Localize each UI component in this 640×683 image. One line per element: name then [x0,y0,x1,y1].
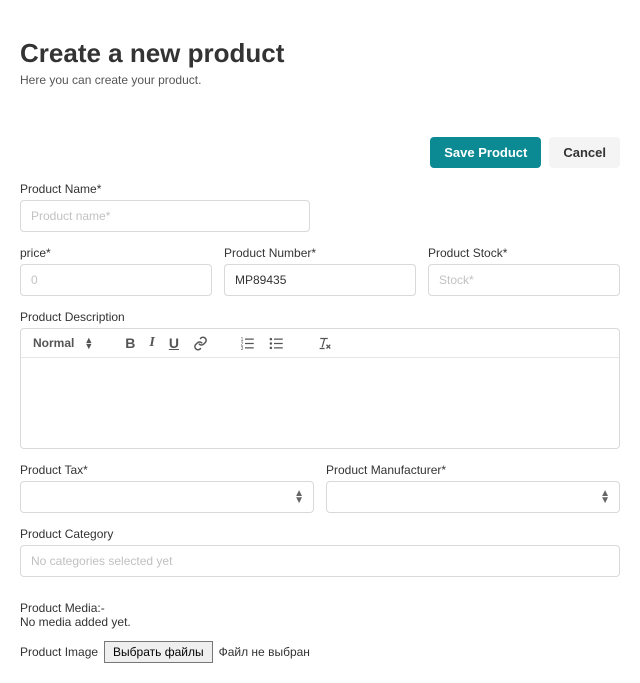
no-file-selected-text: Файл не выбран [219,645,310,659]
editor-textarea[interactable] [21,358,619,448]
chevron-updown-icon: ▲▼ [84,337,93,349]
editor-toolbar: Normal ▲▼ B I U 123 [21,329,619,358]
underline-icon[interactable]: U [169,335,179,351]
product-media-empty: No media added yet. [20,615,620,629]
italic-icon[interactable]: I [149,335,154,351]
choose-files-button[interactable]: Выбрать файлы [104,641,213,663]
product-stock-label: Product Stock* [428,246,620,260]
actions-bar: Save Product Cancel [20,137,620,168]
product-stock-input[interactable] [428,264,620,296]
product-manufacturer-label: Product Manufacturer* [326,463,620,477]
product-tax-label: Product Tax* [20,463,314,477]
product-tax-select[interactable] [20,481,314,513]
product-name-label: Product Name* [20,182,620,196]
product-image-label: Product Image [20,645,98,659]
cancel-button[interactable]: Cancel [549,137,620,168]
product-description-label: Product Description [20,310,620,324]
price-label: price* [20,246,212,260]
product-number-input[interactable] [224,264,416,296]
product-category-label: Product Category [20,527,620,541]
svg-text:3: 3 [241,345,244,350]
product-media-heading: Product Media:- [20,601,620,615]
link-icon[interactable] [193,336,208,351]
clear-format-icon[interactable] [316,336,332,351]
editor-format-label: Normal [33,336,74,350]
product-name-input[interactable] [20,200,310,232]
product-manufacturer-select[interactable] [326,481,620,513]
product-category-select[interactable]: No categories selected yet [20,545,620,577]
unordered-list-icon[interactable] [269,336,284,351]
product-number-label: Product Number* [224,246,416,260]
bold-icon[interactable]: B [125,335,135,351]
price-input[interactable] [20,264,212,296]
ordered-list-icon[interactable]: 123 [240,336,255,351]
editor-format-select[interactable]: Normal ▲▼ [33,336,93,350]
page-subtitle: Here you can create your product. [20,73,620,87]
save-button[interactable]: Save Product [430,137,541,168]
page-title: Create a new product [20,38,620,69]
rich-text-editor: Normal ▲▼ B I U 123 [20,328,620,449]
